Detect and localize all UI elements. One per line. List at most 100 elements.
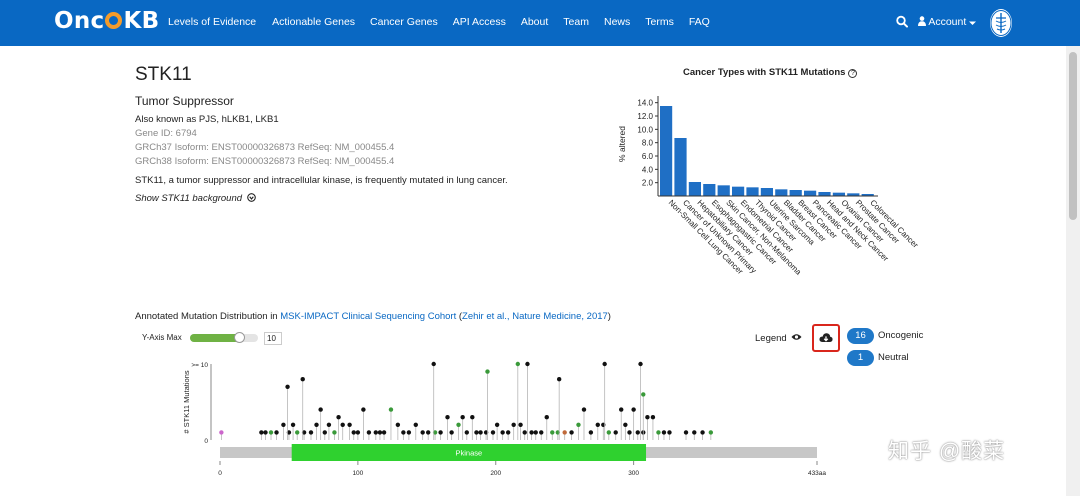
mutation-marker: [619, 407, 624, 412]
search-icon[interactable]: [896, 15, 908, 29]
nav-terms[interactable]: Terms: [645, 16, 674, 28]
lollipop-xtick-label: 200: [490, 470, 501, 477]
nav-faq[interactable]: FAQ: [689, 16, 710, 28]
lollipop-ylabel: # STK11 Mutations: [182, 370, 191, 433]
help-icon[interactable]: ?: [848, 69, 858, 78]
mutation-marker: [285, 384, 290, 389]
nav-news[interactable]: News: [604, 16, 630, 28]
mutation-marker: [474, 430, 479, 435]
eye-icon: [791, 334, 802, 340]
account-menu[interactable]: Account: [918, 16, 977, 28]
mutation-marker: [336, 415, 341, 420]
slider-handle[interactable]: [233, 332, 245, 343]
cloud-download-icon: [819, 333, 833, 342]
mutation-marker: [635, 430, 640, 435]
mutation-marker: [650, 415, 656, 420]
lollipop-xtick-label: 433aa: [808, 470, 826, 477]
mutation-marker: [533, 430, 538, 435]
logo-text-right: KB: [123, 8, 160, 34]
nav-cancer-genes[interactable]: Cancer Genes: [370, 16, 438, 28]
chart-ytick-label: 12.0: [637, 112, 653, 121]
mutation-marker: [268, 430, 274, 435]
mutation-marker: [550, 430, 555, 435]
nav-levels-of-evidence[interactable]: Levels of Evidence: [168, 16, 256, 28]
cohort-link[interactable]: MSK-IMPACT Clinical Sequencing Cohort: [280, 311, 456, 322]
logo-ring-icon: [105, 12, 123, 29]
mutation-marker: [500, 430, 505, 435]
mutation-marker: [406, 430, 412, 435]
mutation-marker: [219, 430, 224, 435]
y-axis-max-label: Y-Axis Max: [142, 333, 182, 342]
mutation-marker: [259, 430, 264, 435]
show-background-toggle[interactable]: Show STK11 background: [135, 193, 256, 204]
gene-id: Gene ID: 6794: [135, 128, 197, 139]
mutation-marker: [708, 430, 714, 435]
nav-team[interactable]: Team: [563, 16, 589, 28]
nav-about[interactable]: About: [521, 16, 548, 28]
mutation-marker: [308, 430, 314, 435]
lollipop-ytick-top: >= 10: [191, 362, 208, 369]
chart-bar: [804, 190, 817, 196]
oncokb-logo[interactable]: Onc KB: [54, 8, 159, 34]
watermark-text: 知乎 @酸菜: [888, 440, 1006, 463]
mutation-marker: [641, 392, 646, 397]
nav-actionable-genes[interactable]: Actionable Genes: [272, 16, 355, 28]
mutation-marker: [588, 430, 594, 435]
arrow-circle-down-icon: [246, 193, 256, 202]
oncogenic-count-badge[interactable]: 16: [847, 328, 874, 344]
mutation-marker: [525, 361, 530, 367]
mutation-marker: [290, 422, 296, 427]
main-nav: Levels of Evidence Actionable Genes Canc…: [168, 16, 725, 28]
chart-ytick-label: 14.0: [637, 99, 653, 108]
mutation-marker: [347, 422, 352, 427]
mutation-marker: [490, 430, 496, 435]
neutral-label: Neutral: [878, 352, 909, 363]
mutation-marker: [456, 422, 461, 427]
mutation-marker: [373, 430, 378, 435]
mutation-marker: [295, 430, 300, 435]
neutral-count-badge[interactable]: 1: [847, 350, 874, 366]
mutation-marker: [595, 422, 600, 427]
mutation-marker: [425, 430, 431, 435]
mutation-marker: [478, 430, 483, 435]
mutation-marker: [631, 407, 636, 412]
chart-bar: [732, 186, 745, 196]
oncogenic-label: Oncogenic: [878, 330, 924, 341]
mutation-marker: [388, 407, 394, 412]
mutation-marker: [274, 430, 279, 435]
y-axis-max-input[interactable]: 10: [264, 332, 282, 345]
mutation-marker: [355, 430, 361, 435]
scrollbar-thumb[interactable]: [1069, 52, 1077, 220]
mutation-marker: [438, 430, 443, 435]
download-button[interactable]: [812, 324, 840, 352]
mutation-marker: [431, 361, 436, 367]
nav-api-access[interactable]: API Access: [453, 16, 506, 28]
mutation-marker: [683, 430, 689, 435]
mutation-marker: [522, 430, 527, 435]
gene-type: Tumor Suppressor: [135, 94, 234, 108]
mutation-marker: [656, 430, 661, 435]
mutation-marker: [281, 422, 286, 427]
page-scrollbar[interactable]: [1066, 46, 1080, 496]
chart-ytick-label: 6.0: [642, 152, 654, 161]
chart-bar: [760, 188, 773, 196]
mutation-marker: [539, 430, 544, 435]
y-axis-max-slider[interactable]: [190, 332, 258, 343]
mutation-marker: [420, 430, 425, 435]
chart-ytick-label: 2.0: [642, 179, 654, 188]
chart-bar: [789, 190, 802, 196]
mutation-lollipop-plot: # STK11 Mutations>= 10 0 Pkinase 0 100 200 300…: [182, 361, 826, 477]
mutation-marker: [460, 415, 465, 420]
mutation-marker: [544, 415, 549, 420]
legend-label: Legend: [755, 333, 787, 344]
mutation-marker: [314, 422, 319, 427]
mutation-marker: [361, 407, 366, 412]
mutation-marker: [322, 430, 327, 435]
institution-emblem-icon[interactable]: [990, 9, 1012, 37]
citation-link[interactable]: Zehir et al., Nature Medicine, 2017: [462, 311, 608, 322]
mutation-marker: [627, 430, 632, 435]
lollipop-xtick-label: 300: [628, 470, 639, 477]
show-background-label: Show STK11 background: [135, 193, 243, 204]
mutation-marker: [464, 430, 469, 435]
legend-toggle[interactable]: Legend: [755, 333, 802, 344]
